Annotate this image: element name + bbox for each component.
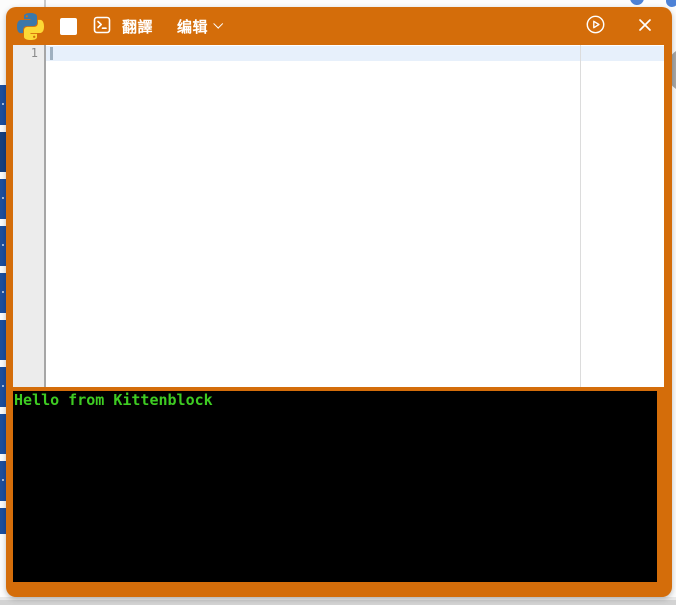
background-tab-icon [666, 0, 676, 7]
text-cursor [50, 47, 53, 60]
terminal-icon [93, 16, 111, 37]
close-button[interactable] [638, 18, 652, 35]
background-tab-icon [630, 0, 644, 5]
python-logo-icon [17, 13, 44, 40]
screen: 翻譯 编辑 [0, 0, 676, 605]
line-number: 1 [13, 46, 38, 61]
background-app-divider [44, 0, 46, 7]
python-editor-window: 翻譯 编辑 [6, 7, 672, 597]
run-button[interactable] [585, 14, 606, 38]
terminal-button[interactable] [93, 16, 111, 37]
code-editor[interactable]: 1 [13, 45, 664, 387]
edit-label: 编辑 [177, 16, 208, 37]
edit-menu-button[interactable]: 编辑 [177, 16, 221, 37]
line-number-gutter: 1 [13, 45, 46, 387]
translate-label: 翻譯 [122, 16, 153, 37]
console-output[interactable]: Hello from Kittenblock [13, 391, 657, 582]
active-line-highlight [46, 46, 664, 61]
close-icon [638, 18, 652, 35]
chevron-down-icon [213, 19, 223, 29]
console-text: Hello from Kittenblock [14, 393, 657, 408]
print-margin-ruler [580, 45, 581, 387]
stop-button[interactable] [60, 18, 77, 35]
titlebar: 翻譯 编辑 [6, 7, 672, 45]
translate-button[interactable]: 翻譯 [122, 16, 153, 37]
play-circle-icon [585, 14, 606, 38]
background-bottom-strip [0, 597, 676, 605]
code-area[interactable] [46, 45, 664, 387]
